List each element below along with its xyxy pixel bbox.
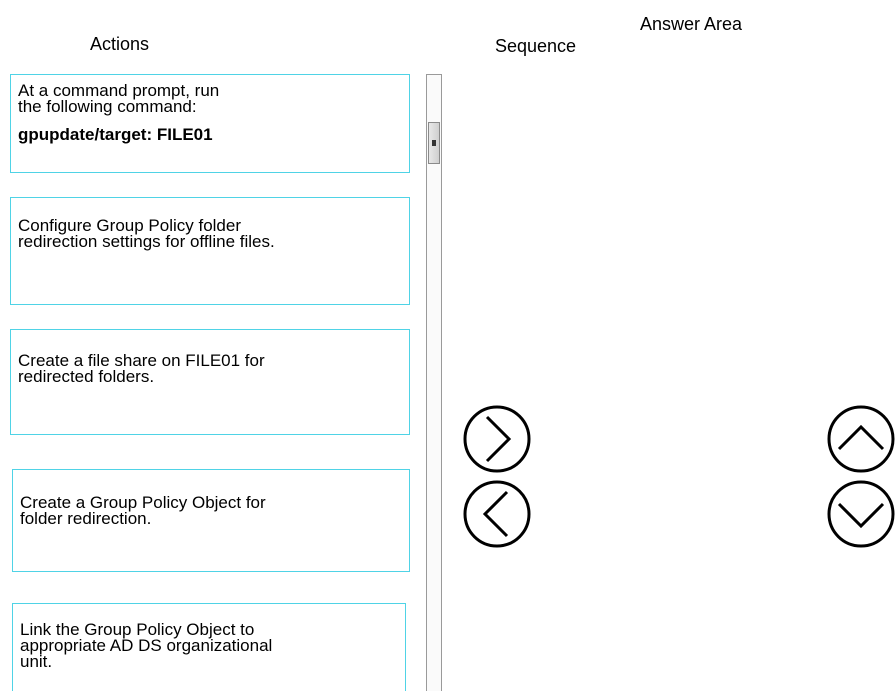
action-text-line: redirection settings for offline files. <box>18 232 275 251</box>
action-text-line: the following command: <box>18 97 197 116</box>
move-up-button[interactable] <box>826 404 895 474</box>
move-right-button[interactable] <box>462 404 532 474</box>
answer-area-heading: Answer Area <box>640 14 743 34</box>
action-item-configure-redirection[interactable]: Configure Group Policy folder redirectio… <box>10 197 410 305</box>
action-text-line: redirected folders. <box>18 367 155 386</box>
action-item-gpupdate[interactable]: At a command prompt, run the following c… <box>10 74 410 173</box>
action-item-create-gpo[interactable]: Create a Group Policy Object for folder … <box>12 469 410 572</box>
action-text-line: appropriate AD DS organizational <box>20 636 273 655</box>
drag-drop-question: Actions Answer Area Sequence At a comman… <box>0 0 895 691</box>
chevron-up-circle-icon <box>827 405 895 473</box>
action-item-link-gpo[interactable]: Link the Group Policy Object to appropri… <box>12 603 406 691</box>
action-text-line: unit. <box>20 652 53 671</box>
scrollbar-thumb[interactable] <box>428 122 440 164</box>
actions-scrollbar[interactable] <box>426 74 442 691</box>
chevron-right-circle-icon <box>463 405 531 473</box>
chevron-down-circle-icon <box>827 480 895 548</box>
sequence-drop-area[interactable] <box>548 74 813 684</box>
sequence-heading: Sequence <box>495 36 577 56</box>
scrollbar-grip-icon <box>432 140 436 146</box>
move-down-button[interactable] <box>826 479 895 549</box>
action-item-create-file-share[interactable]: Create a file share on FILE01 for redire… <box>10 329 410 435</box>
chevron-left-circle-icon <box>463 480 531 548</box>
actions-heading: Actions <box>90 34 150 54</box>
move-left-button[interactable] <box>462 479 532 549</box>
action-text-line: folder redirection. <box>20 509 152 528</box>
action-command: gpupdate/target: FILE01 <box>18 125 213 144</box>
